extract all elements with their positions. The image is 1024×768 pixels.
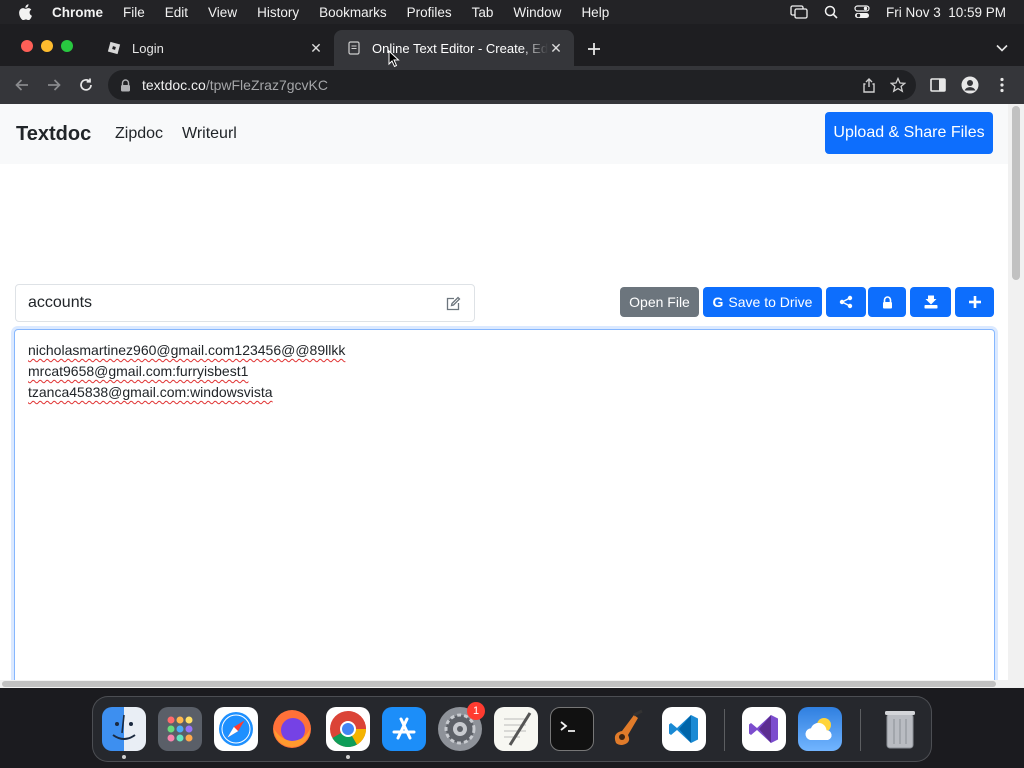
mouse-pointer-icon (388, 50, 400, 68)
share-page-icon[interactable] (862, 77, 876, 96)
running-indicator (346, 755, 350, 759)
garageband-icon[interactable] (606, 707, 650, 751)
share-button[interactable] (826, 287, 866, 317)
share-icon (839, 295, 853, 309)
chevron-down-icon[interactable] (994, 40, 1010, 56)
menu-chrome[interactable]: Chrome (52, 5, 103, 20)
save-to-drive-button[interactable]: G Save to Drive (703, 287, 822, 317)
safari-icon[interactable] (214, 707, 258, 751)
control-center-icon[interactable] (854, 5, 870, 19)
download-button[interactable] (910, 287, 951, 317)
tab-title: Login (132, 40, 164, 56)
back-arrow-icon[interactable] (12, 75, 32, 95)
profile-avatar-icon[interactable] (960, 75, 980, 95)
menu-edit[interactable]: Edit (165, 5, 188, 20)
edit-icon[interactable] (444, 295, 462, 313)
chrome-toolbar: textdoc.co /tpwFleZraz7gcvKC (0, 66, 1024, 104)
visual-studio-icon[interactable] (742, 707, 786, 751)
vertical-scroll-thumb[interactable] (1012, 106, 1020, 280)
document-title-input[interactable] (28, 294, 428, 312)
menu-history[interactable]: History (257, 5, 299, 20)
nav-link-zipdoc[interactable]: Zipdoc (115, 125, 163, 143)
macos-dock (92, 696, 932, 762)
editor-line: tzanca45838@gmail.com:windowsvista (28, 384, 273, 400)
spotlight-search-icon[interactable] (824, 5, 838, 19)
google-icon: G (712, 294, 724, 310)
lock-icon[interactable] (120, 78, 134, 92)
launchpad-icon[interactable] (158, 707, 202, 751)
tab-online-text-editor[interactable]: Online Text Editor - Create, Edit ✕ (334, 30, 574, 66)
chrome-tab-strip: Login ✕ Online Text Editor - Create, Edi… (0, 24, 1024, 66)
weather-icon[interactable] (798, 707, 842, 751)
app-store-icon[interactable] (382, 707, 426, 751)
editor-line: mrcat9658@gmail.com:furryisbest1 (28, 363, 249, 379)
text-editor-area[interactable]: nicholasmartinez960@gmail.com123456@@89l… (14, 329, 995, 688)
terminal-icon[interactable] (550, 707, 594, 751)
download-icon (924, 295, 937, 309)
vscode-icon[interactable] (662, 707, 706, 751)
minimize-window-button[interactable] (41, 40, 53, 52)
more-menu-icon[interactable] (992, 75, 1012, 95)
document-title-field[interactable] (15, 284, 475, 322)
horizontal-scrollbar[interactable] (0, 680, 1008, 688)
running-indicator (122, 755, 126, 759)
url-path: /tpwFleZraz7gcvKC (205, 77, 328, 93)
site-navbar: Textdoc Zipdoc Writeurl Upload & Share F… (0, 104, 1008, 164)
site-brand[interactable]: Textdoc (16, 123, 91, 146)
macos-menu-bar: Chrome File Edit View History Bookmarks … (0, 0, 1024, 24)
close-tab-icon[interactable]: ✕ (548, 40, 564, 56)
menu-file[interactable]: File (123, 5, 145, 20)
lock-icon (882, 295, 892, 308)
menu-view[interactable]: View (208, 5, 237, 20)
editor-line: nicholasmartinez960@gmail.com123456@@89l… (28, 342, 346, 358)
bookmark-star-icon[interactable] (889, 76, 907, 96)
reload-icon[interactable] (76, 75, 96, 95)
open-file-button[interactable]: Open File (620, 287, 699, 317)
menubar-clock[interactable]: Fri Nov 3 10:59 PM (886, 5, 1006, 20)
textdoc-icon (346, 40, 362, 56)
screen-mirroring-icon[interactable] (790, 5, 808, 19)
menu-profiles[interactable]: Profiles (407, 5, 452, 20)
save-to-drive-label: Save to Drive (728, 294, 813, 310)
close-tab-icon[interactable]: ✕ (308, 40, 324, 56)
vertical-scrollbar[interactable] (1008, 104, 1024, 688)
notification-badge: 1 (467, 702, 485, 720)
plus-icon (968, 296, 981, 308)
forward-arrow-icon[interactable] (44, 75, 64, 95)
lock-button[interactable] (868, 287, 906, 317)
apple-icon[interactable] (18, 4, 38, 20)
finder-icon[interactable] (102, 707, 146, 751)
firefox-icon[interactable] (270, 707, 314, 751)
url-host: textdoc.co (142, 77, 206, 93)
address-bar[interactable]: textdoc.co /tpwFleZraz7gcvKC (108, 70, 916, 100)
textedit-icon[interactable] (494, 707, 538, 751)
chrome-icon[interactable] (326, 707, 370, 751)
new-document-button[interactable] (955, 287, 994, 317)
horizontal-scroll-thumb[interactable] (2, 681, 996, 687)
page-viewport: Textdoc Zipdoc Writeurl Upload & Share F… (0, 104, 1024, 688)
dock-separator (860, 709, 861, 751)
menu-help[interactable]: Help (581, 5, 609, 20)
upload-share-files-button[interactable]: Upload & Share Files (825, 112, 993, 154)
menu-tab[interactable]: Tab (472, 5, 494, 20)
menu-bookmarks[interactable]: Bookmarks (319, 5, 387, 20)
menu-window[interactable]: Window (513, 5, 561, 20)
side-panel-icon[interactable] (928, 75, 948, 95)
tab-login[interactable]: Login ✕ (94, 30, 334, 66)
new-tab-icon[interactable] (584, 39, 604, 59)
roblox-icon (106, 40, 122, 56)
trash-icon[interactable] (878, 707, 922, 751)
dock-separator (724, 709, 725, 751)
close-window-button[interactable] (21, 40, 33, 52)
fullscreen-window-button[interactable] (61, 40, 73, 52)
nav-link-writeurl[interactable]: Writeurl (182, 125, 237, 143)
